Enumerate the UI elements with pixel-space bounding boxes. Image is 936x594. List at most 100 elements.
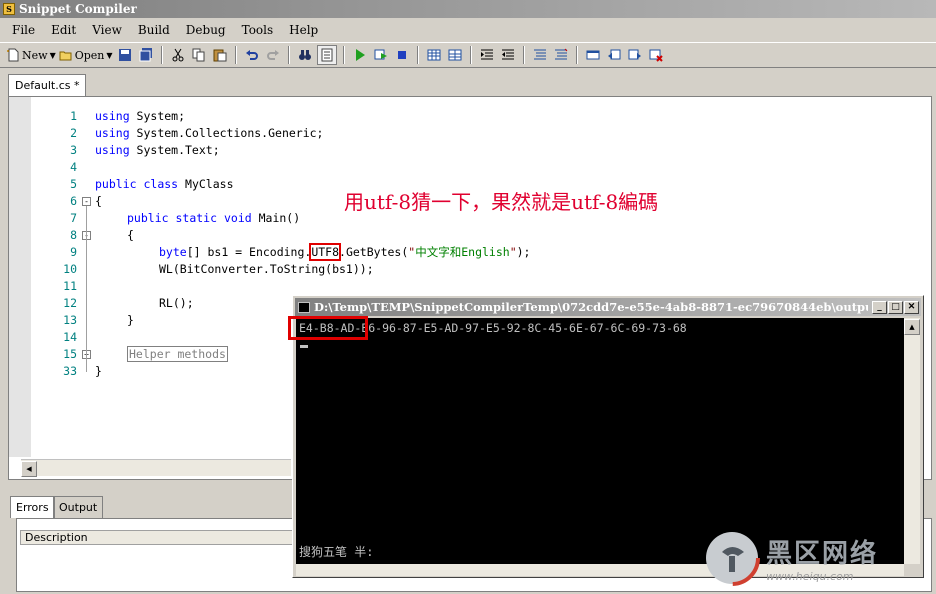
code-text: using System.Text;	[95, 143, 220, 157]
line-number: 33	[63, 364, 77, 378]
run-button[interactable]	[351, 46, 369, 64]
outdent-icon	[501, 49, 514, 60]
line-number: 14	[63, 330, 77, 344]
table-button[interactable]	[446, 46, 464, 64]
code-text: {	[127, 228, 134, 242]
open-button[interactable]: Open ▼	[59, 46, 113, 64]
run-external-button[interactable]	[372, 46, 390, 64]
play-icon	[355, 49, 365, 61]
line-number: 13	[63, 313, 77, 327]
menu-edit[interactable]: Edit	[51, 23, 76, 37]
back-button[interactable]	[605, 46, 623, 64]
options-button[interactable]	[316, 45, 337, 65]
line-number: 5	[70, 177, 77, 191]
paste-button[interactable]	[211, 46, 229, 64]
close-doc-button[interactable]	[647, 46, 665, 64]
watermark: 黑区网络 www.heiqu.com	[704, 528, 930, 588]
code-line[interactable]: 11	[9, 278, 849, 295]
forward-button[interactable]	[626, 46, 644, 64]
description-column-header[interactable]: Description	[20, 530, 320, 545]
menu-view[interactable]: View	[92, 23, 122, 37]
binoculars-icon	[298, 50, 311, 60]
window-back-icon	[607, 49, 621, 60]
close-icon[interactable]: ✕	[904, 300, 919, 314]
paste-icon	[213, 49, 227, 62]
stop-icon	[397, 51, 406, 59]
menu-help[interactable]: Help	[289, 23, 318, 37]
line-number: 10	[63, 262, 77, 276]
redo-button[interactable]	[264, 46, 282, 64]
code-text: RL();	[159, 296, 194, 310]
code-line[interactable]: 9 byte[] bs1 = Encoding.UTF8.GetBytes("中文…	[9, 243, 849, 261]
code-text: byte[] bs1 = Encoding.UTF8.GetBytes("中文字…	[159, 243, 531, 261]
stop-button[interactable]	[393, 46, 411, 64]
highlight-box-output	[288, 316, 368, 340]
undo-button[interactable]	[243, 46, 261, 64]
new-dropdown-icon[interactable]: ▼	[50, 51, 56, 60]
toolbar-separator	[522, 46, 525, 64]
tab-errors[interactable]: Errors	[10, 496, 55, 518]
annotation-text: 用utf-8猜一下，果然就是utf-8編碼	[344, 190, 659, 214]
find-button[interactable]	[296, 46, 314, 64]
new-file-icon	[7, 48, 19, 62]
open-dropdown-icon[interactable]: ▼	[106, 51, 112, 60]
code-line[interactable]: 4	[9, 159, 849, 176]
line-number: 2	[70, 126, 77, 140]
code-line[interactable]: 10 WL(BitConverter.ToString(bs1));	[9, 261, 849, 278]
collapse-icon[interactable]: -	[82, 197, 91, 206]
toolbar: New ▼ Open ▼	[0, 42, 936, 68]
editor-horizontal-scrollbar[interactable]: ◀	[21, 459, 291, 477]
line-number: 11	[63, 279, 77, 293]
code-line[interactable]: 2 using System.Collections.Generic;	[9, 125, 849, 142]
new-button[interactable]: New ▼	[6, 46, 56, 64]
toolbar-separator	[234, 46, 237, 64]
save-all-button[interactable]	[137, 46, 155, 64]
code-text: public class MyClass	[95, 177, 234, 191]
tab-default-cs[interactable]: Default.cs *	[8, 74, 87, 96]
uncomment-button[interactable]	[552, 46, 570, 64]
menu-tools[interactable]: Tools	[242, 23, 274, 37]
app-icon: S	[3, 3, 15, 15]
comment-button[interactable]	[531, 46, 549, 64]
tab-output[interactable]: Output	[53, 496, 104, 518]
menu-debug[interactable]: Debug	[186, 23, 226, 37]
scroll-up-icon[interactable]: ▲	[904, 319, 920, 335]
toolbar-separator	[416, 46, 419, 64]
grid-button[interactable]	[425, 46, 443, 64]
window-button[interactable]	[584, 46, 602, 64]
line-number: 6	[70, 194, 77, 208]
window-icon	[586, 50, 600, 60]
console-cursor	[300, 345, 308, 348]
scissors-icon	[172, 48, 184, 62]
console-icon	[298, 301, 310, 313]
code-text: public static void Main()	[127, 211, 301, 225]
maximize-icon[interactable]: □	[888, 300, 903, 314]
minimize-icon[interactable]: _	[872, 300, 887, 314]
outdent-button[interactable]	[499, 46, 517, 64]
watermark-logo-icon	[704, 530, 760, 586]
line-number: 8	[70, 228, 77, 242]
code-text: }	[95, 364, 102, 378]
title-bar: S Snippet Compiler	[0, 0, 936, 18]
watermark-url: www.heiqu.com	[766, 570, 854, 583]
save-button[interactable]	[116, 46, 134, 64]
toolbar-separator	[469, 46, 472, 64]
code-line[interactable]: 1 using System;	[9, 108, 849, 125]
code-text: WL(BitConverter.ToString(bs1));	[159, 262, 374, 276]
save-icon	[118, 49, 131, 61]
code-line[interactable]: 3 using System.Text;	[9, 142, 849, 159]
indent-icon	[480, 49, 493, 60]
menu-file[interactable]: File	[12, 23, 35, 37]
cut-button[interactable]	[169, 46, 187, 64]
copy-button[interactable]	[190, 46, 208, 64]
toolbar-separator	[160, 46, 163, 64]
line-number: 12	[63, 296, 77, 310]
console-title: D:\Temp\TEMP\SnippetCompilerTemp\072cdd7…	[314, 300, 868, 314]
code-line[interactable]: 8-{	[9, 227, 849, 244]
toolbar-separator	[287, 46, 290, 64]
indent-button[interactable]	[478, 46, 496, 64]
line-number: 4	[70, 160, 77, 174]
toolbar-separator	[575, 46, 578, 64]
scroll-left-icon[interactable]: ◀	[21, 461, 37, 477]
menu-build[interactable]: Build	[138, 23, 170, 37]
